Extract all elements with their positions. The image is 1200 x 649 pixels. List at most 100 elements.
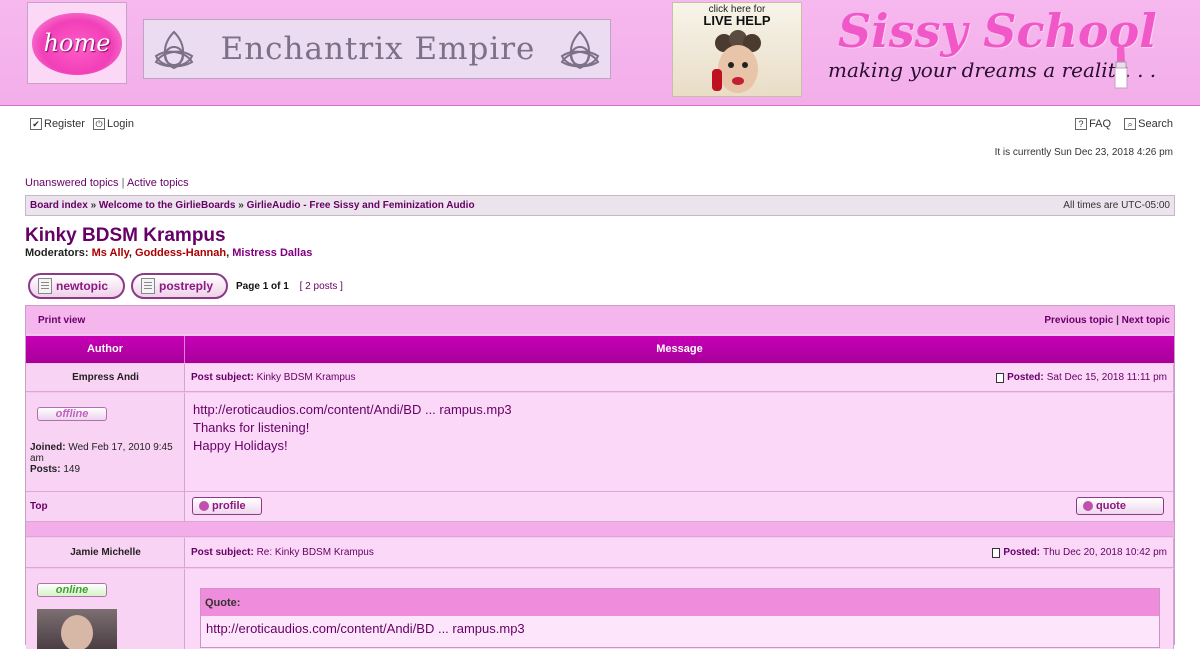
page-label: Page	[236, 281, 260, 292]
post-subject-text[interactable]: Re: Kinky BDSM Krampus	[257, 547, 374, 558]
topic-table: Print view Previous topic | Next topic A…	[25, 305, 1175, 649]
live-help-big-text: LIVE HELP	[703, 13, 771, 28]
topic-navigation: Previous topic | Next topic	[1044, 315, 1170, 326]
register-label: Register	[44, 118, 85, 130]
posts-label: Posts:	[30, 464, 61, 475]
quote-button[interactable]: quote	[1076, 497, 1164, 515]
home-label: home	[43, 29, 111, 57]
timezone-note: All times are UTC-05:00	[1063, 200, 1170, 211]
quote-button-label: quote	[1096, 500, 1126, 512]
user-joined: Joined: Wed Feb 17, 2010 9:45 am	[30, 442, 184, 464]
post-link-icon[interactable]	[992, 547, 1001, 558]
post-footer-author: Top	[26, 491, 185, 521]
avatar[interactable]	[37, 609, 117, 649]
moderator-link[interactable]: Ms Ally	[92, 247, 129, 259]
post-subject: Post subject: Re: Kinky BDSM Krampus	[191, 547, 374, 558]
breadcrumb: Board index » Welcome to the GirlieBoard…	[25, 195, 1175, 216]
page-title[interactable]: Kinky BDSM Krampus	[25, 225, 226, 247]
offline-status-badge: offline	[37, 407, 107, 421]
post-reply-button[interactable]: postreply	[131, 273, 228, 299]
lipstick-icon	[1114, 44, 1128, 89]
profile-button[interactable]: profile	[192, 497, 262, 515]
register-icon: ✔	[30, 118, 42, 130]
current-time: It is currently Sun Dec 23, 2018 4:26 pm	[994, 147, 1173, 158]
post-author[interactable]: Jamie Michelle	[26, 538, 185, 568]
next-topic-link[interactable]: Next topic	[1122, 315, 1170, 326]
faq-label: FAQ	[1089, 118, 1112, 130]
moderator-link[interactable]: Goddess-Hannah	[135, 247, 226, 259]
document-icon	[38, 278, 52, 294]
post-link-icon[interactable]	[996, 372, 1005, 383]
post-text-line: Thanks for listening!	[193, 420, 310, 435]
woman-phone-icon	[712, 30, 761, 93]
active-topics-link[interactable]: Active topics	[127, 177, 189, 189]
board-index-link[interactable]: Board index	[30, 200, 88, 211]
live-help-banner[interactable]: click here for LIVE HELP	[672, 2, 802, 97]
quick-links-separator: |	[121, 177, 125, 189]
post-author-cell: Jamie Michelle	[26, 538, 185, 568]
post-subject-text[interactable]: Kinky BDSM Krampus	[257, 372, 356, 383]
page-total: 1	[283, 281, 289, 292]
print-view-link[interactable]: Print view	[38, 315, 85, 326]
document-icon	[141, 278, 155, 294]
new-topic-button[interactable]: newtopic	[28, 273, 125, 299]
moderator-link[interactable]: Mistress Dallas	[232, 247, 312, 259]
sissy-school-title[interactable]: Sissy School	[838, 4, 1157, 58]
unanswered-topics-link[interactable]: Unanswered topics	[25, 177, 119, 189]
back-to-top-link[interactable]: Top	[30, 501, 48, 512]
post-profile-cell: offline Joined: Wed Feb 17, 2010 9:45 am…	[26, 393, 185, 491]
post-subject-label: Post subject:	[191, 547, 254, 558]
forum-welcome-link[interactable]: Welcome to the GirlieBoards	[99, 200, 236, 211]
post-date: Posted: Sat Dec 15, 2018 11:11 pm	[996, 372, 1167, 383]
post-reply-label: postreply	[159, 279, 214, 293]
post-spacer	[26, 521, 1174, 537]
enchantrix-title: Enchantrix Empire	[220, 31, 536, 67]
breadcrumb-separator: »	[238, 200, 244, 211]
post-body-row: offline Joined: Wed Feb 17, 2010 9:45 am…	[26, 393, 1174, 491]
login-icon: ⏻	[93, 118, 106, 130]
post-content-cell: Quote: http://eroticaudios.com/content/A…	[185, 569, 1174, 649]
posted-label: Posted:	[1003, 547, 1041, 558]
posted-date-text: Sat Dec 15, 2018 11:11 pm	[1046, 372, 1167, 383]
help-nav: ? FAQ ⌕ Search	[1065, 118, 1173, 130]
moderators-line: Moderators: Ms Ally, Goddess-Hannah, Mis…	[25, 247, 313, 259]
post-author-cell: Empress Andi	[26, 364, 185, 392]
post-meta-cell: Post subject: Re: Kinky BDSM Krampus Pos…	[185, 538, 1174, 568]
audio-link[interactable]: http://eroticaudios.com/content/Andi/BD …	[193, 402, 512, 417]
search-icon: ⌕	[1124, 118, 1137, 130]
topic-nav-separator: |	[1116, 315, 1119, 326]
quote-label: Quote:	[201, 589, 1159, 616]
print-row: Print view Previous topic | Next topic	[26, 306, 1174, 334]
register-link[interactable]: ✔ Register	[30, 118, 85, 130]
quote-bubble-icon	[1083, 501, 1093, 511]
user-nav: ✔ Register ⏻ Login	[30, 118, 139, 130]
faq-link[interactable]: ? FAQ	[1075, 118, 1111, 130]
moderators-label: Moderators:	[25, 247, 89, 259]
breadcrumb-separator: »	[90, 200, 97, 211]
enchantrix-empire-banner[interactable]: Enchantrix Empire	[143, 19, 611, 79]
post-content: http://eroticaudios.com/content/Andi/BD …	[193, 401, 512, 455]
search-label: Search	[1138, 118, 1173, 130]
user-icon	[199, 501, 209, 511]
forum-girlieaudio-link[interactable]: GirlieAudio - Free Sissy and Feminizatio…	[247, 200, 475, 211]
posted-label: Posted:	[1007, 372, 1044, 383]
search-link[interactable]: ⌕ Search	[1124, 118, 1173, 130]
new-topic-label: newtopic	[56, 279, 109, 293]
login-link[interactable]: ⏻ Login	[93, 118, 134, 130]
post-date: Posted: Thu Dec 20, 2018 10:42 pm	[992, 547, 1167, 558]
home-logo-link[interactable]: home	[27, 2, 127, 84]
triquetra-icon	[560, 30, 600, 70]
faq-icon: ?	[1075, 118, 1088, 130]
quote-block: Quote: http://eroticaudios.com/content/A…	[200, 588, 1160, 648]
previous-topic-link[interactable]: Previous topic	[1044, 315, 1113, 326]
post-footer-row: Top profile quote	[26, 491, 1174, 521]
post-subject: Post subject: Kinky BDSM Krampus	[191, 372, 356, 383]
quoted-audio-link[interactable]: http://eroticaudios.com/content/Andi/BD …	[206, 621, 525, 636]
column-header-author: Author	[26, 336, 185, 363]
column-header-message: Message	[656, 343, 703, 355]
quick-links: Unanswered topics | Active topics	[25, 177, 189, 189]
post-subject-label: Post subject:	[191, 372, 254, 383]
table-header: Author Message	[26, 336, 1174, 363]
post-author[interactable]: Empress Andi	[26, 364, 185, 392]
post-meta-cell: Post subject: Kinky BDSM Krampus Posted:…	[185, 364, 1174, 392]
